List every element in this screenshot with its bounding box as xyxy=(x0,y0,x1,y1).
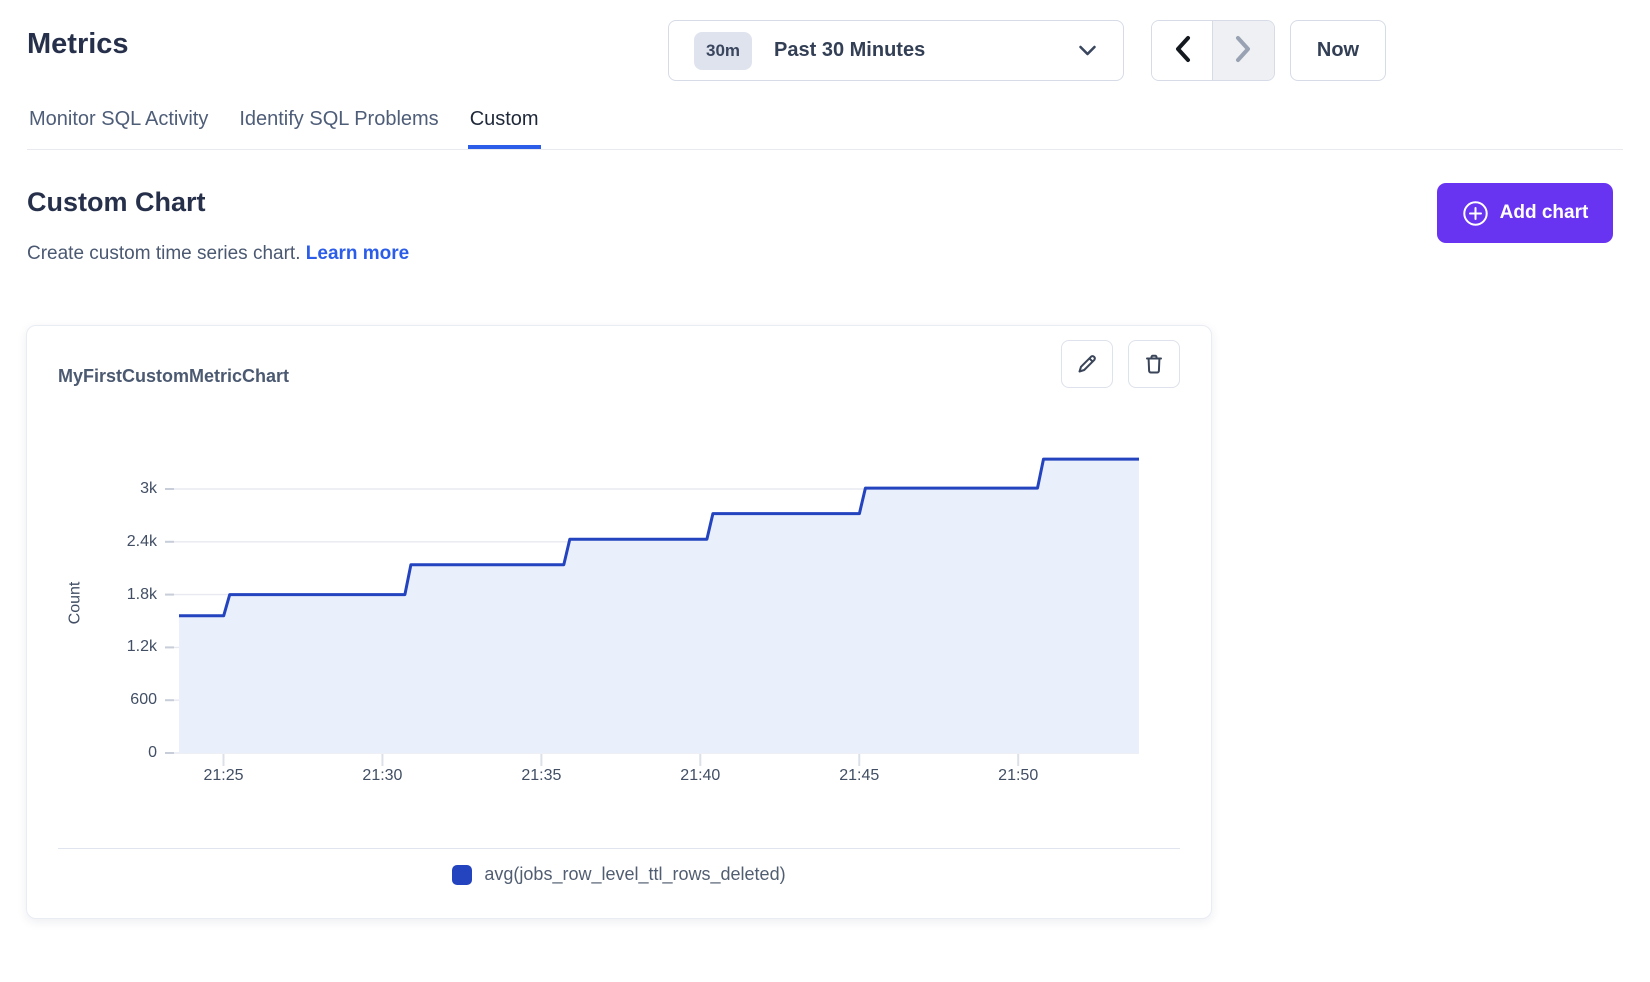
x-axis-tick-label: 21:45 xyxy=(839,767,879,785)
page-title: Metrics xyxy=(27,28,129,61)
chevron-left-icon xyxy=(1174,35,1191,66)
legend-item[interactable]: avg(jobs_row_level_ttl_rows_deleted) xyxy=(452,864,785,885)
legend-divider xyxy=(58,848,1180,849)
edit-chart-button[interactable] xyxy=(1061,340,1113,388)
x-axis-tick-label: 21:35 xyxy=(521,767,561,785)
next-time-button[interactable] xyxy=(1213,21,1274,80)
trash-icon xyxy=(1142,352,1166,376)
custom-chart-card: MyFirstCustomMetricChart Count avg(jobs_… xyxy=(26,325,1212,919)
pencil-icon xyxy=(1075,352,1099,376)
time-range-label: Past 30 Minutes xyxy=(774,39,925,62)
x-axis-tick-label: 21:50 xyxy=(998,767,1038,785)
previous-time-button[interactable] xyxy=(1152,21,1213,80)
section-description: Create custom time series chart. Learn m… xyxy=(27,243,409,265)
add-chart-label: Add chart xyxy=(1500,202,1589,224)
delete-chart-button[interactable] xyxy=(1128,340,1180,388)
x-axis-tick-label: 21:30 xyxy=(362,767,402,785)
now-button[interactable]: Now xyxy=(1290,20,1386,81)
section-heading: Custom Chart xyxy=(27,187,206,218)
y-axis-tick-label: 0 xyxy=(27,743,157,763)
x-axis-tick-label: 21:40 xyxy=(680,767,720,785)
chevron-down-icon xyxy=(1078,44,1097,57)
learn-more-link[interactable]: Learn more xyxy=(306,243,409,264)
tab-monitor-sql-activity[interactable]: Monitor SQL Activity xyxy=(27,103,210,149)
chart-legend: avg(jobs_row_level_ttl_rows_deleted) xyxy=(27,864,1211,885)
time-series-plot xyxy=(165,433,1139,773)
metrics-tabs: Monitor SQL Activity Identify SQL Problem… xyxy=(27,103,1623,150)
x-axis-tick-label: 21:25 xyxy=(203,767,243,785)
y-axis-tick-label: 2.4k xyxy=(27,532,157,552)
y-axis-tick-label: 3k xyxy=(27,479,157,499)
add-chart-button[interactable]: Add chart xyxy=(1437,183,1613,243)
time-step-button-group xyxy=(1151,20,1275,81)
y-axis-tick-label: 1.2k xyxy=(27,637,157,657)
y-axis-tick-label: 600 xyxy=(27,690,157,710)
time-range-dropdown[interactable]: 30m Past 30 Minutes xyxy=(668,20,1124,81)
tab-custom[interactable]: Custom xyxy=(468,103,541,149)
legend-label: avg(jobs_row_level_ttl_rows_deleted) xyxy=(484,864,785,885)
section-description-text: Create custom time series chart. xyxy=(27,243,300,264)
legend-swatch xyxy=(452,865,472,885)
time-preset-badge: 30m xyxy=(694,32,752,70)
chart-title: MyFirstCustomMetricChart xyxy=(58,366,289,387)
tab-identify-sql-problems[interactable]: Identify SQL Problems xyxy=(237,103,440,149)
y-axis-tick-label: 1.8k xyxy=(27,585,157,605)
plus-circle-icon xyxy=(1462,200,1489,227)
chevron-right-icon xyxy=(1235,35,1252,66)
